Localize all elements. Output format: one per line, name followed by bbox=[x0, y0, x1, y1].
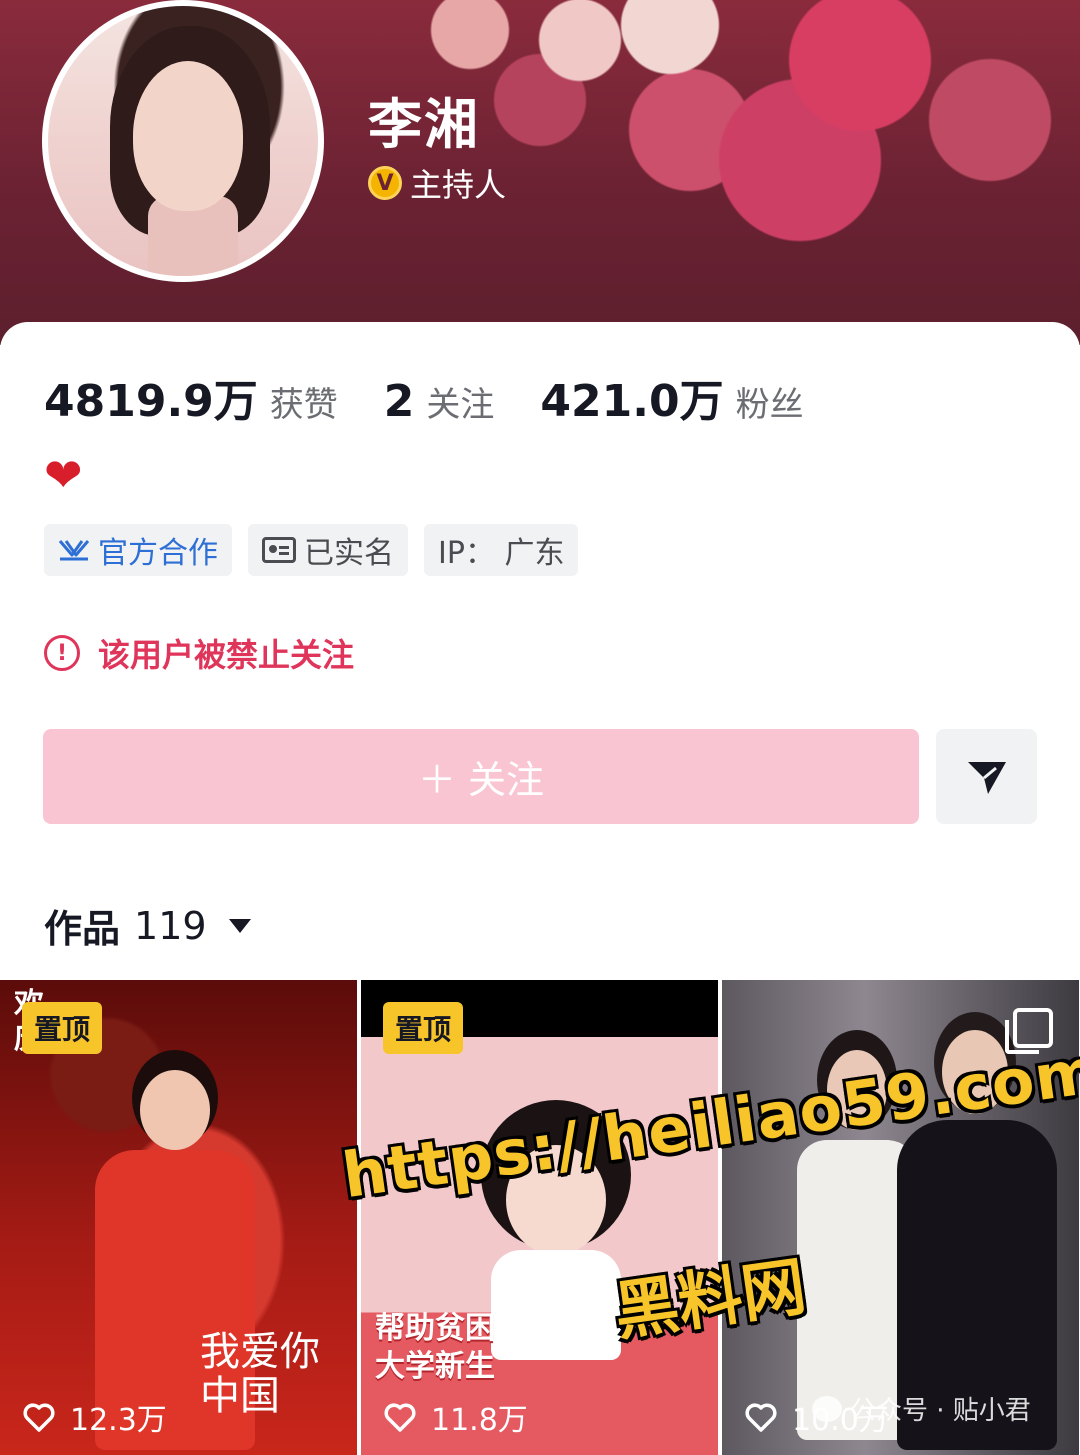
stat-value: 4819.9万 bbox=[44, 376, 258, 427]
handshake-icon bbox=[58, 540, 90, 561]
likes-count: 12.3万 bbox=[70, 1403, 167, 1438]
verification-badge: V 主持人 bbox=[368, 160, 506, 206]
video-likes: 11.8万 bbox=[383, 1395, 528, 1439]
tag-ip-location: IP： 广东 bbox=[424, 524, 579, 576]
verification-label: 主持人 bbox=[410, 166, 507, 204]
verified-icon: V bbox=[368, 166, 402, 200]
stat-label: 关注 bbox=[426, 385, 495, 425]
video-tile[interactable]: 欢 庆 我爱你 中国 置顶 12.3万 bbox=[0, 980, 357, 1455]
follow-button[interactable]: ＋ 关注 bbox=[43, 729, 919, 824]
pinned-badge: 置顶 bbox=[22, 1002, 103, 1054]
stat-value: 421.0万 bbox=[540, 376, 724, 427]
video-grid: 欢 庆 我爱你 中国 置顶 12.3万 帮助贫困 大学新生 置顶 bbox=[0, 980, 1080, 1455]
likes-count: 11.8万 bbox=[431, 1403, 528, 1438]
id-card-icon bbox=[262, 537, 296, 563]
avatar-face bbox=[133, 61, 243, 211]
caret-down-icon bbox=[228, 918, 251, 933]
video-tile[interactable]: 帮助贫困 大学新生 置顶 11.8万 bbox=[361, 980, 718, 1455]
tag-label: IP： 广东 bbox=[438, 536, 565, 571]
works-count: 119 bbox=[134, 903, 207, 948]
bio-heart-icon: ❤ bbox=[44, 448, 83, 502]
tag-label: 官方合作 bbox=[98, 536, 218, 571]
stat-label: 获赞 bbox=[269, 385, 338, 425]
tag-official-cooperation[interactable]: 官方合作 bbox=[44, 524, 232, 576]
heart-outline-icon bbox=[745, 1403, 777, 1432]
profile-name: 李湘 bbox=[368, 93, 480, 156]
warning-icon: ! bbox=[44, 635, 80, 671]
heart-outline-icon bbox=[384, 1403, 416, 1432]
follow-banned-notice: ! 该用户被禁止关注 bbox=[44, 630, 354, 676]
works-tab[interactable]: 作品 119 bbox=[44, 898, 251, 953]
share-button[interactable] bbox=[936, 729, 1037, 824]
stat-value: 2 bbox=[383, 376, 415, 427]
profile-tags: 官方合作 已实名 IP： 广东 bbox=[44, 524, 579, 576]
pinned-badge: 置顶 bbox=[383, 1002, 464, 1054]
video-caption: 帮助贫困 大学新生 bbox=[375, 1311, 495, 1384]
wechat-icon bbox=[812, 1395, 842, 1422]
watermark-credit: 公众号 · 贴小君 bbox=[812, 1390, 1031, 1427]
send-icon bbox=[967, 761, 1006, 794]
figure-head bbox=[140, 1070, 210, 1150]
tag-label: 已实名 bbox=[304, 536, 394, 571]
stat-following[interactable]: 2 关注 bbox=[384, 376, 495, 427]
video-likes: 12.3万 bbox=[22, 1395, 167, 1439]
stat-likes[interactable]: 4819.9万 获赞 bbox=[44, 365, 338, 429]
stat-label: 粉丝 bbox=[735, 385, 804, 425]
warning-text: 该用户被禁止关注 bbox=[98, 636, 355, 674]
stat-followers[interactable]: 421.0万 粉丝 bbox=[540, 365, 803, 429]
credit-text: 公众号 · 贴小君 bbox=[850, 1396, 1031, 1426]
video-caption: 我爱你 中国 bbox=[200, 1329, 320, 1419]
stats-row: 4819.9万 获赞 2 关注 421.0万 粉丝 bbox=[44, 365, 850, 429]
avatar[interactable] bbox=[42, 0, 324, 282]
figure-dress bbox=[491, 1250, 621, 1360]
tag-real-name[interactable]: 已实名 bbox=[248, 524, 408, 576]
heart-outline-icon bbox=[23, 1403, 55, 1432]
profile-page: 李湘 V 主持人 4819.9万 获赞 2 关注 421.0万 粉丝 ❤ 官方合… bbox=[0, 0, 1080, 1455]
works-label: 作品 bbox=[44, 907, 121, 951]
